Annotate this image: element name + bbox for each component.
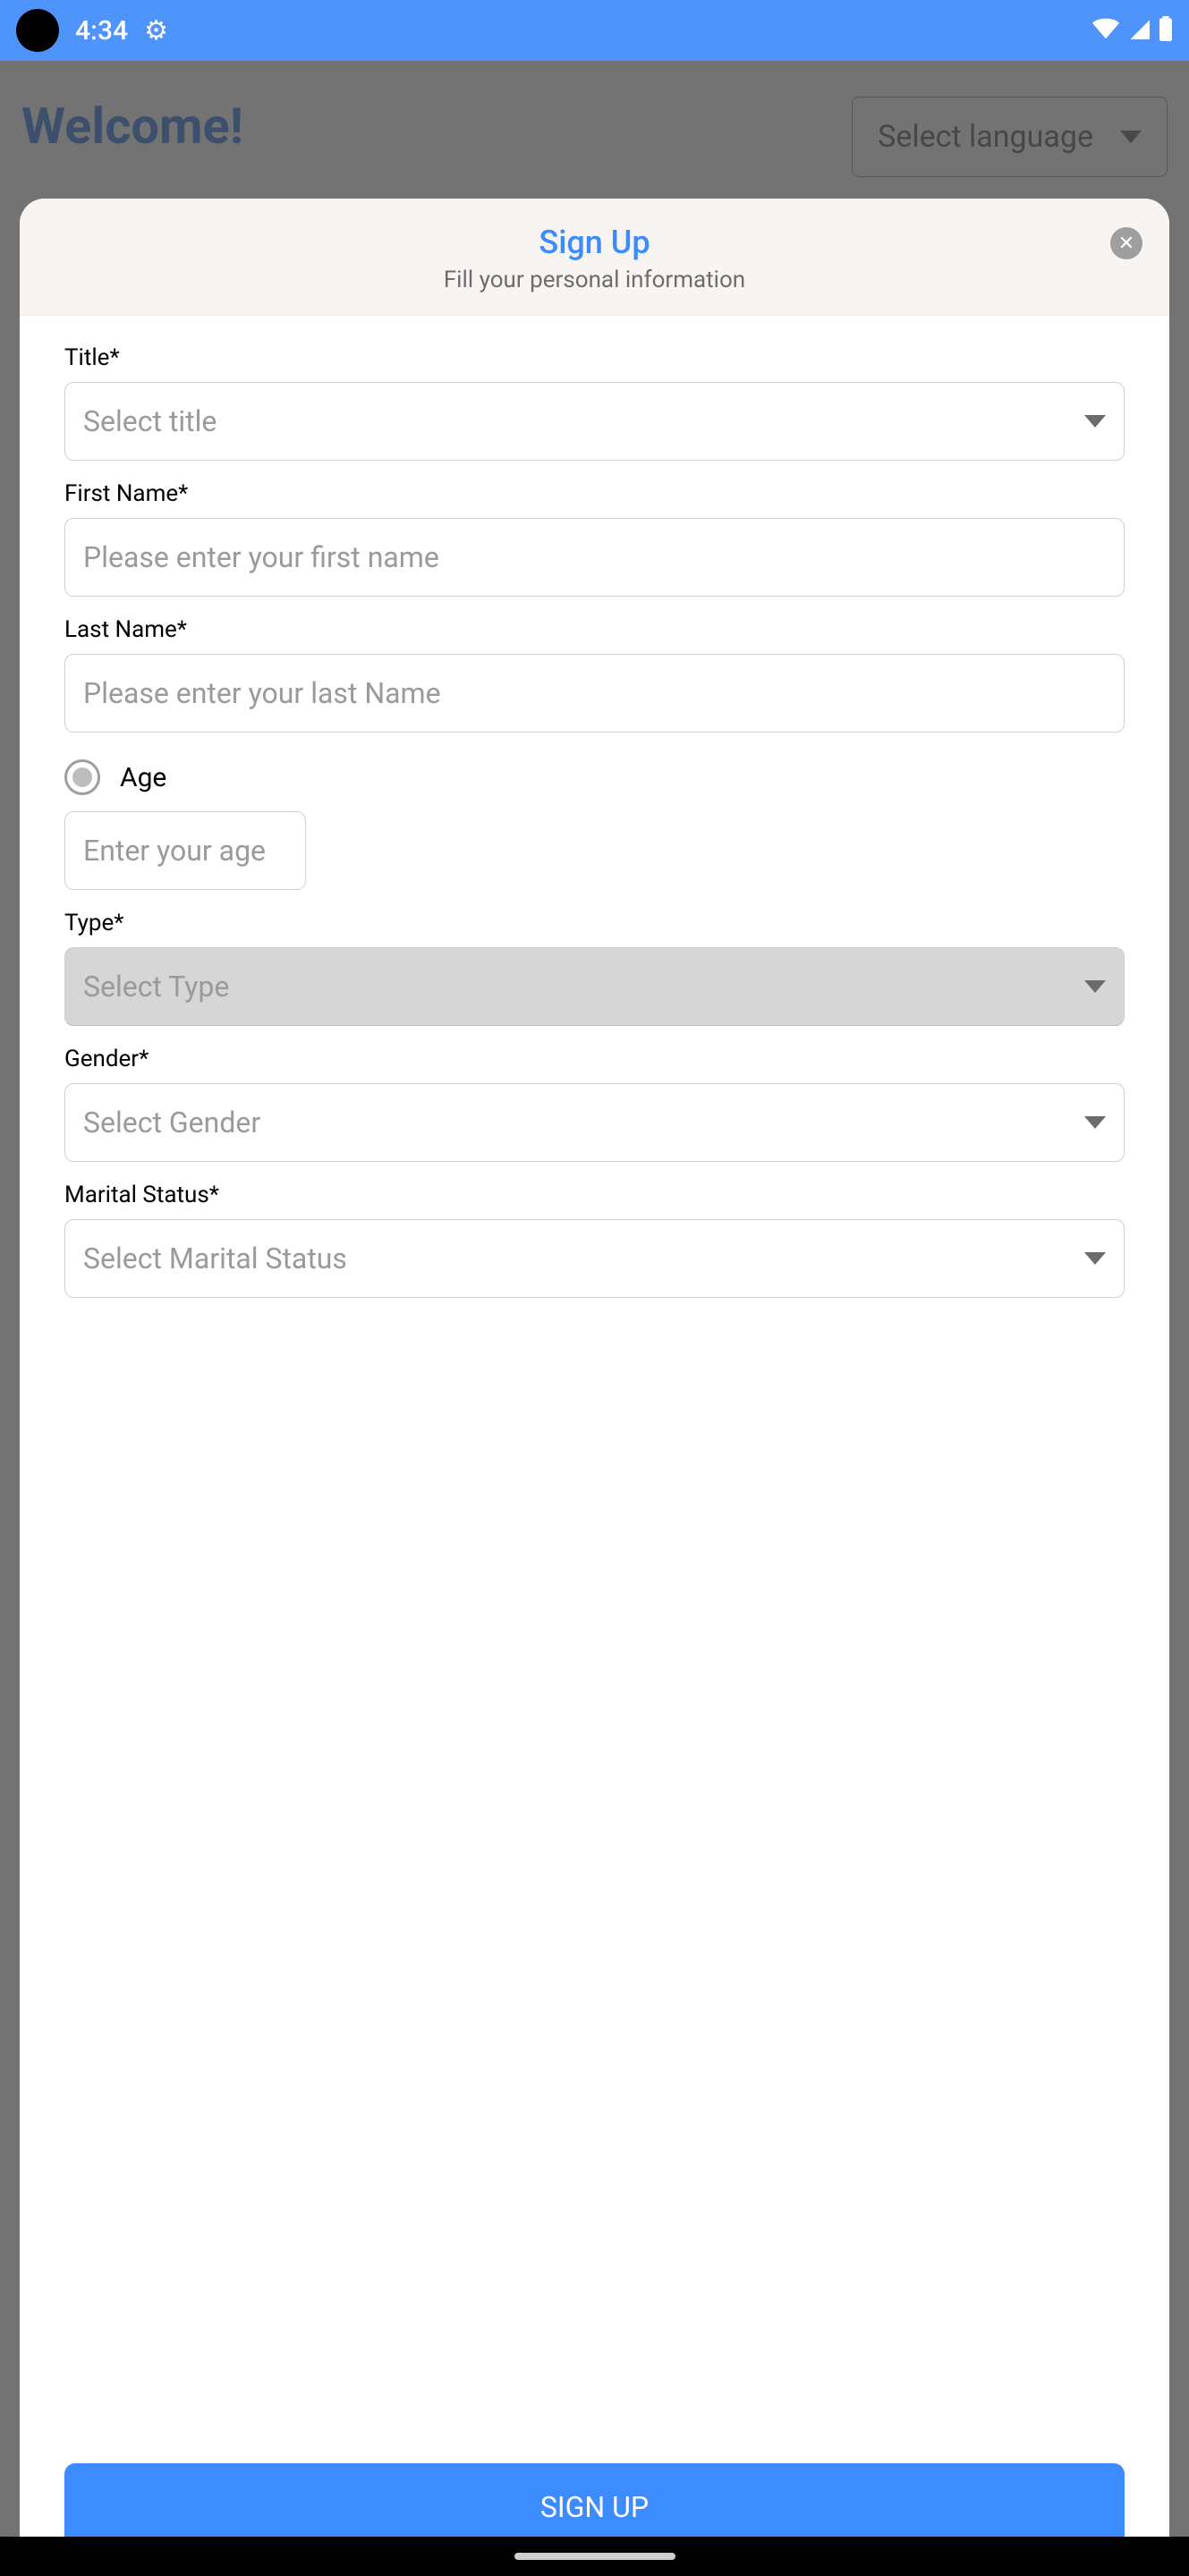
gender-select-text: Select Gender (83, 1106, 260, 1140)
wifi-icon (1092, 18, 1119, 43)
gender-select[interactable]: Select Gender (64, 1083, 1125, 1162)
status-dot-icon (16, 9, 59, 52)
battery-icon (1159, 16, 1173, 45)
last-name-placeholder: Please enter your last Name (83, 676, 441, 710)
close-button[interactable]: ✕ (1110, 227, 1142, 259)
type-label: Type* (64, 910, 1125, 936)
status-bar: 4:34 ⚙ (0, 0, 1189, 61)
last-name-input[interactable]: Please enter your last Name (64, 654, 1125, 733)
age-radio-label: Age (120, 762, 166, 793)
age-placeholder: Enter your age (83, 834, 266, 868)
last-name-label: Last Name* (64, 616, 1125, 643)
chevron-down-icon (1084, 980, 1106, 993)
marital-status-select-text: Select Marital Status (83, 1241, 347, 1275)
signup-modal: Sign Up Fill your personal information ✕… (20, 199, 1169, 2576)
first-name-placeholder: Please enter your first name (83, 540, 439, 574)
gear-icon: ⚙ (144, 15, 168, 47)
system-nav-bar (0, 2537, 1189, 2576)
nav-pill[interactable] (514, 2553, 675, 2560)
age-radio[interactable] (64, 759, 100, 795)
chevron-down-icon (1084, 415, 1106, 428)
title-label: Title* (64, 344, 1125, 371)
modal-header: Sign Up Fill your personal information ✕ (20, 199, 1169, 316)
age-input[interactable]: Enter your age (64, 811, 306, 890)
first-name-label: First Name* (64, 480, 1125, 507)
chevron-down-icon (1084, 1116, 1106, 1129)
close-icon: ✕ (1118, 233, 1134, 255)
modal-body: Title* Select title First Name* Please e… (20, 316, 1169, 2463)
chevron-down-icon (1084, 1252, 1106, 1265)
title-select[interactable]: Select title (64, 382, 1125, 461)
modal-title: Sign Up (41, 224, 1148, 261)
title-select-text: Select title (83, 404, 217, 438)
marital-status-label: Marital Status* (64, 1182, 1125, 1208)
first-name-input[interactable]: Please enter your first name (64, 518, 1125, 597)
type-select-text: Select Type (83, 970, 229, 1004)
cellular-icon (1128, 18, 1150, 43)
marital-status-select[interactable]: Select Marital Status (64, 1219, 1125, 1298)
modal-subtitle: Fill your personal information (41, 267, 1148, 293)
status-clock: 4:34 (75, 15, 128, 47)
type-select[interactable]: Select Type (64, 947, 1125, 1026)
gender-label: Gender* (64, 1046, 1125, 1072)
